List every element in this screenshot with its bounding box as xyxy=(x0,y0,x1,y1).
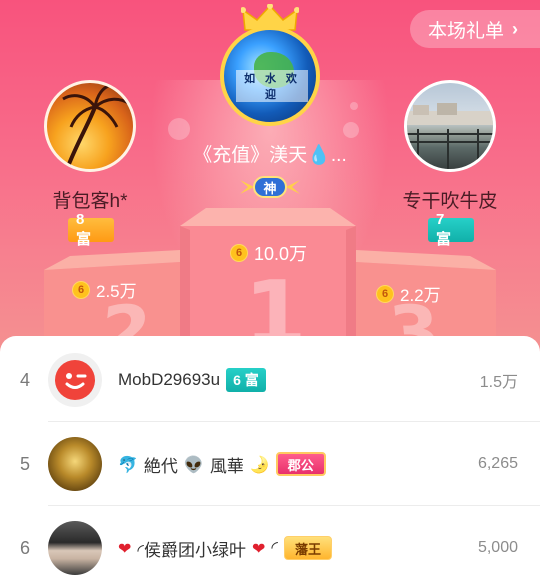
list-item-name: ❤ ◜侯爵团小绿叶 ❤ ◜ 藩王 xyxy=(118,536,333,561)
dolphin-icon: 🐬 xyxy=(118,454,138,474)
avatar[interactable] xyxy=(48,521,102,575)
avatar[interactable] xyxy=(48,437,102,491)
contribution-score: 1.5万 xyxy=(479,374,518,391)
moon-icon: 🌛 xyxy=(249,454,270,474)
avatar-rank-3[interactable] xyxy=(404,80,496,172)
chevron-right-icon: › xyxy=(512,18,519,39)
user-name-part: ◜侯爵团小绿叶 xyxy=(137,540,246,560)
coin-icon: 6 xyxy=(376,284,394,303)
rank-2-score-value: 2.5万 xyxy=(96,282,137,301)
rank-2-name: 背包客h* xyxy=(52,191,128,212)
decor-bubble xyxy=(350,102,358,110)
rank-2-score: 6 2.5万 xyxy=(72,277,137,302)
rank-number: 5 xyxy=(20,453,31,474)
rank-2-rich-badge: 8 富 xyxy=(68,211,114,248)
contribution-score: 6,265 xyxy=(477,455,518,472)
user-name-part: 絶代 xyxy=(143,456,178,476)
noble-title-badge: 郡公 xyxy=(275,452,326,476)
contribution-score: 5,000 xyxy=(477,539,518,556)
alien-icon: 👽 xyxy=(183,454,204,474)
user-name: MobD29693u xyxy=(118,370,221,389)
user-name-part: ◜ xyxy=(271,538,278,557)
coin-icon: 6 xyxy=(72,280,90,299)
decor-bubble xyxy=(168,118,190,140)
palm-tree-icon xyxy=(62,83,132,169)
gift-list-label: 本场礼单 xyxy=(428,20,505,42)
rank-number: 4 xyxy=(20,369,31,390)
decor-bubble xyxy=(343,122,359,138)
list-item-name: MobD29693u 6 富 xyxy=(118,368,266,392)
ranking-list: 4 MobD29693u 6 富 1.5万 5 🐬 絶代 👽 風華 🌛 郡公 6… xyxy=(0,336,540,586)
list-item[interactable]: 5 🐬 絶代 👽 風華 🌛 郡公 6,265 xyxy=(0,422,540,506)
rank-3-score: 6 2.2万 xyxy=(376,281,441,306)
list-item[interactable]: 6 ❤ ◜侯爵团小绿叶 ❤ ◜ 藩王 5,000 xyxy=(0,506,540,586)
heart-icon: ❤ xyxy=(252,538,266,558)
list-item[interactable]: 4 MobD29693u 6 富 1.5万 xyxy=(0,338,540,422)
rank-3-rich-badge: 7 富 xyxy=(428,211,474,248)
avatar-rank-1-caption: 如 水 欢 迎 xyxy=(236,70,308,102)
user-name-part: 風華 xyxy=(209,456,244,476)
harbor-photo xyxy=(407,103,493,169)
rank-1-score: 6 10.0万 xyxy=(230,240,307,266)
list-item-name: 🐬 絶代 👽 風華 🌛 郡公 xyxy=(118,452,326,477)
rank-1-name: 《充值》渼天💧... xyxy=(193,145,347,166)
coin-icon: 6 xyxy=(230,244,248,262)
rank-1-score-value: 10.0万 xyxy=(254,244,308,264)
rank-3-score-value: 2.2万 xyxy=(400,286,441,305)
default-avatar-icon xyxy=(55,360,95,400)
heart-icon: ❤ xyxy=(118,538,132,558)
noble-title-badge: 藩王 xyxy=(284,536,333,560)
avatar[interactable] xyxy=(48,353,102,407)
leaderboard-header: 本场礼单 › 2 1 3 如 水 欢 迎 背包客h* 《充值》渼天💧... 专干… xyxy=(0,0,540,360)
rich-badge: 6 富 xyxy=(226,368,266,392)
god-badge-label: 神 xyxy=(263,181,277,196)
avatar-rank-2[interactable] xyxy=(44,80,136,172)
rank-3-name: 专干吹牛皮 xyxy=(402,191,498,212)
gift-list-button[interactable]: 本场礼单 › xyxy=(410,10,540,48)
rank-number: 6 xyxy=(20,537,31,558)
avatar-rank-1[interactable]: 如 水 欢 迎 xyxy=(220,26,320,126)
